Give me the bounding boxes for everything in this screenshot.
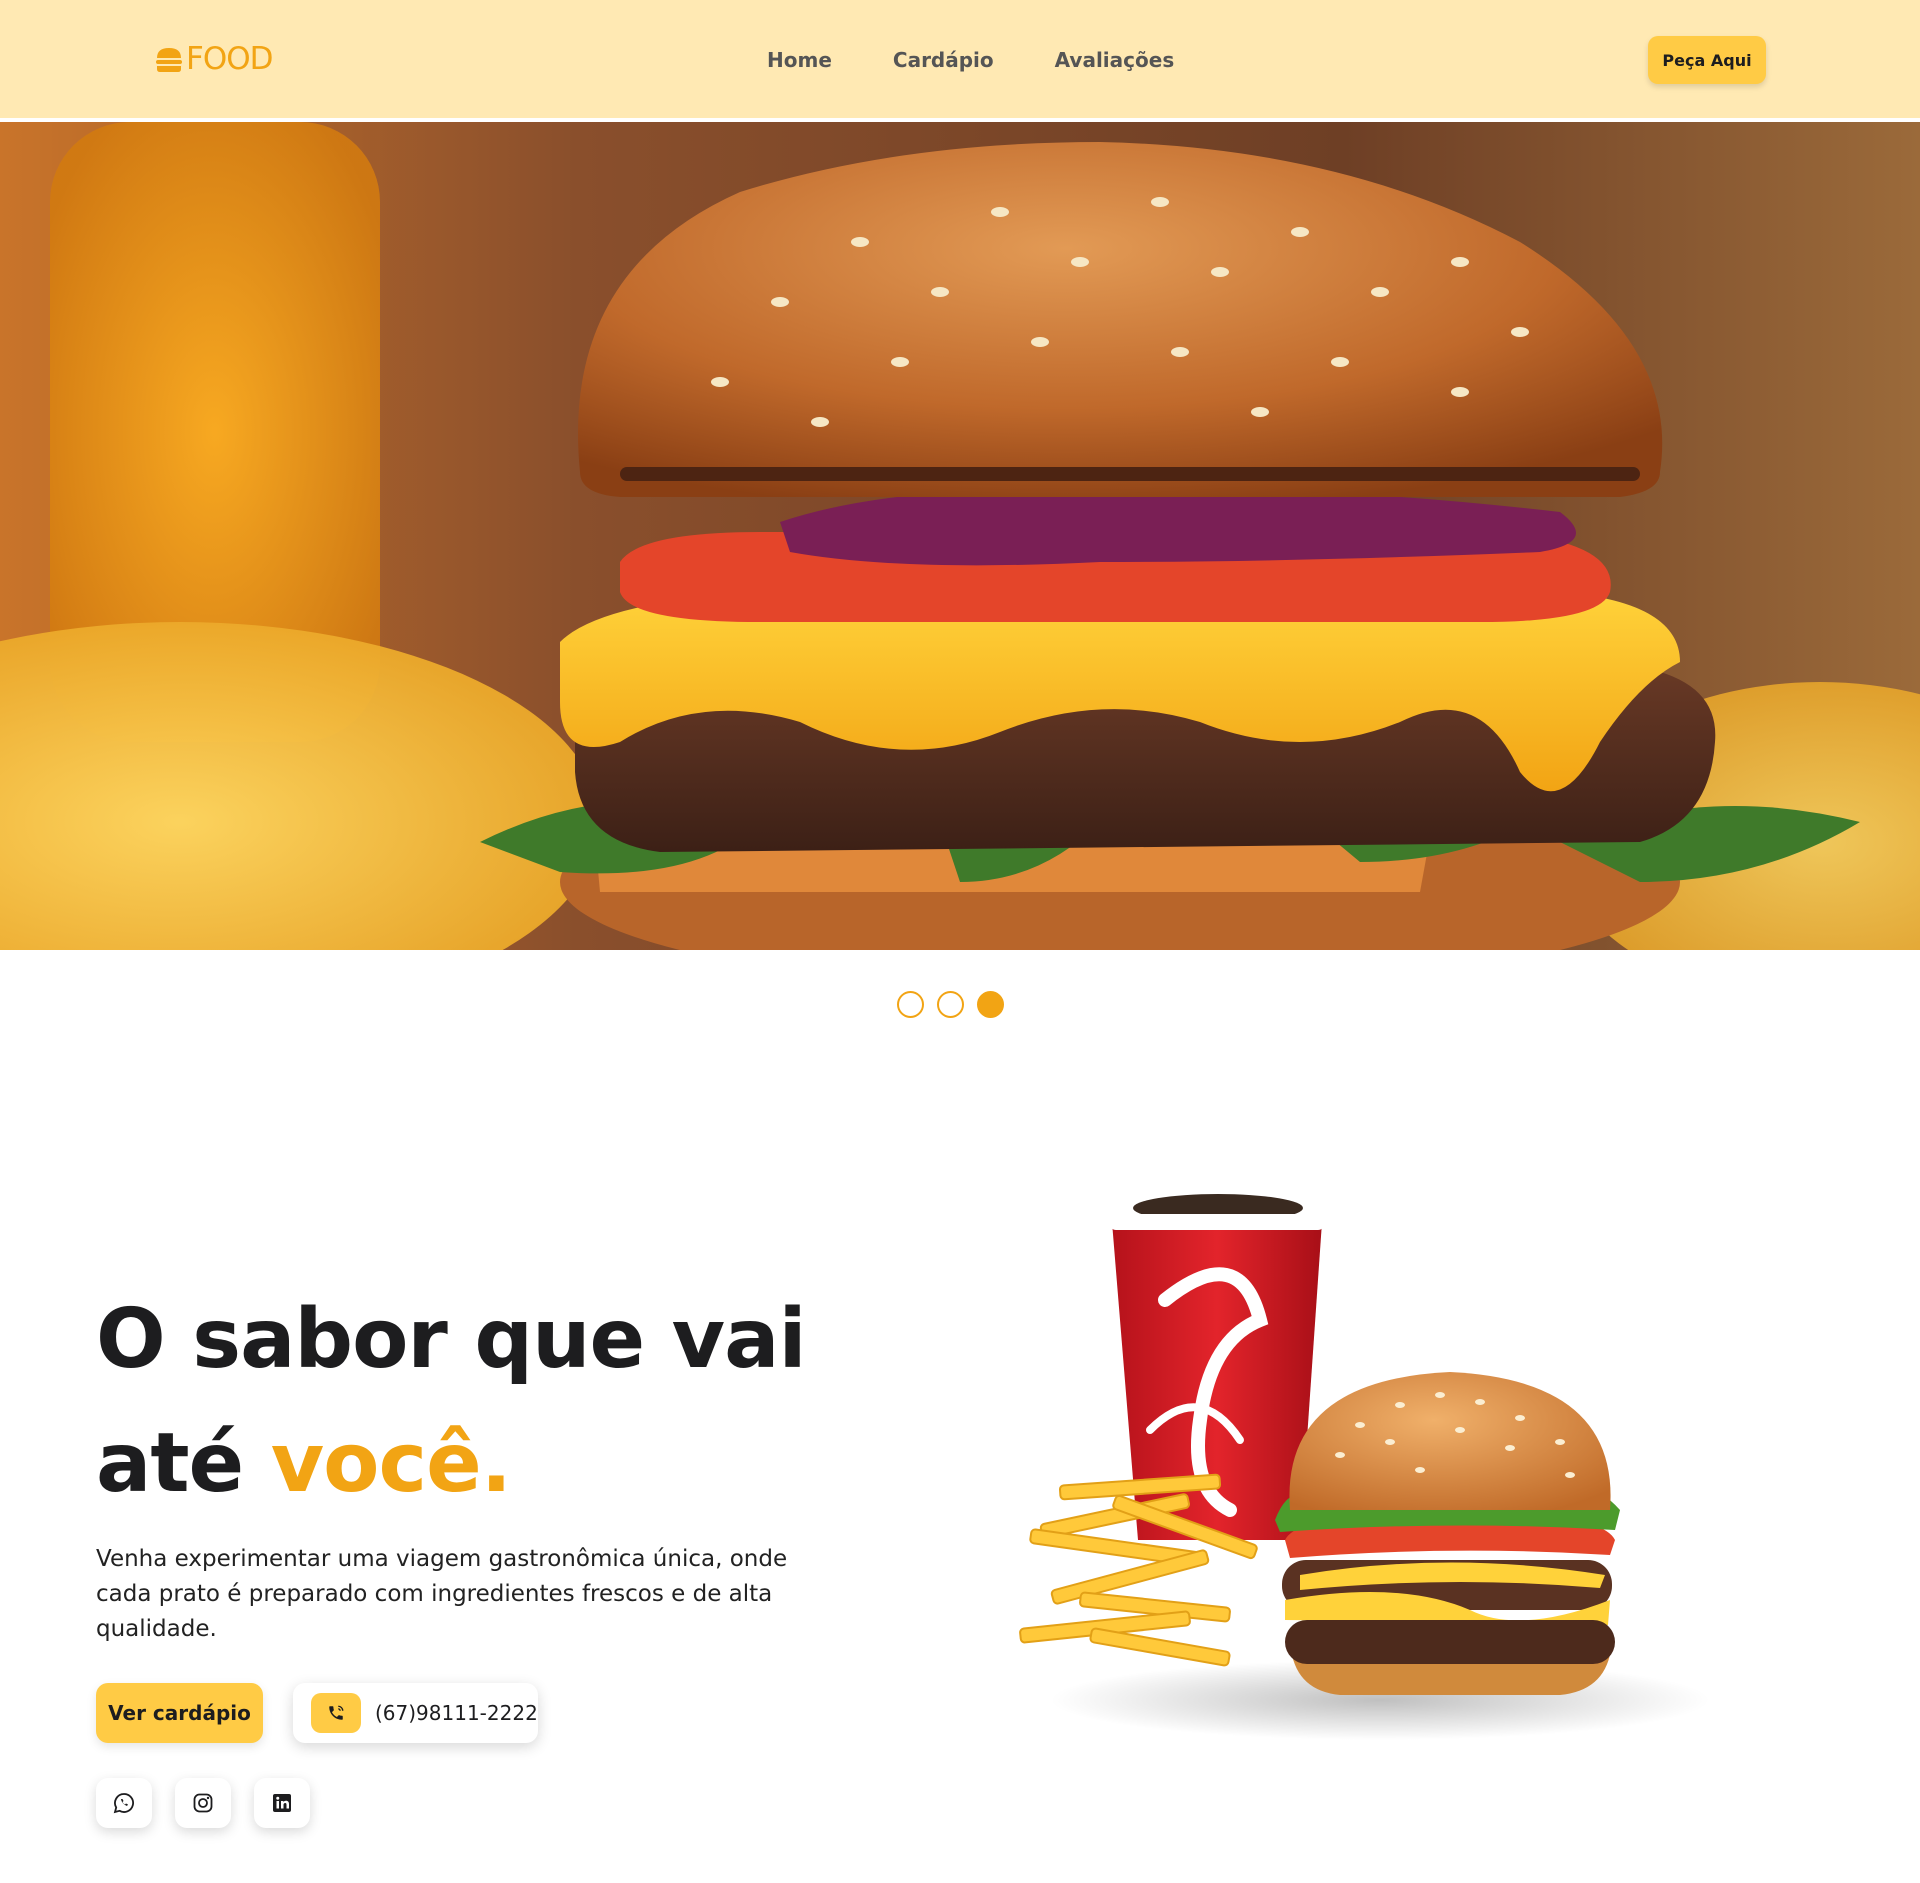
main-nav: Home Cardápio Avaliações <box>767 46 1174 74</box>
view-menu-button[interactable]: Ver cardápio <box>96 1683 263 1743</box>
nav-menu[interactable]: Cardápio <box>893 46 994 74</box>
logo[interactable]: FOOD <box>154 41 274 77</box>
carousel-dots <box>897 991 1004 1018</box>
headline-line-2-start: até <box>96 1416 271 1511</box>
carousel-dot-3[interactable] <box>977 991 1004 1018</box>
whatsapp-icon <box>113 1793 134 1814</box>
instagram-icon <box>193 1793 213 1813</box>
site-header: FOOD Home Cardápio Avaliações Peça Aqui <box>0 0 1920 122</box>
hero-description: Venha experimentar uma viagem gastronômi… <box>96 1546 788 1642</box>
headline-accent: você. <box>270 1416 512 1511</box>
hero-carousel-slide <box>0 122 1920 950</box>
nav-reviews[interactable]: Avaliações <box>1055 46 1175 74</box>
phone-number: (67)98111-2222 <box>375 1701 538 1725</box>
combo-meal-image <box>1019 1194 1710 1740</box>
phone-button[interactable]: (67)98111-2222 <box>293 1683 538 1743</box>
carousel-dot-2[interactable] <box>937 991 964 1018</box>
phone-icon <box>311 1693 361 1733</box>
hero-headline: O sabor que vai até você. <box>96 1278 807 1526</box>
order-button[interactable]: Peça Aqui <box>1648 36 1766 84</box>
linkedin-button[interactable] <box>254 1778 310 1828</box>
carousel-dot-1[interactable] <box>897 991 924 1018</box>
logo-text: FOOD <box>186 41 274 77</box>
instagram-button[interactable] <box>175 1778 231 1828</box>
burger-logo-icon <box>156 47 182 72</box>
social-links <box>96 1778 310 1828</box>
hero-burger-image <box>0 122 1920 950</box>
headline-line-1: O sabor que vai <box>96 1292 807 1387</box>
linkedin-icon <box>273 1794 291 1812</box>
whatsapp-button[interactable] <box>96 1778 152 1828</box>
nav-home[interactable]: Home <box>767 46 832 74</box>
